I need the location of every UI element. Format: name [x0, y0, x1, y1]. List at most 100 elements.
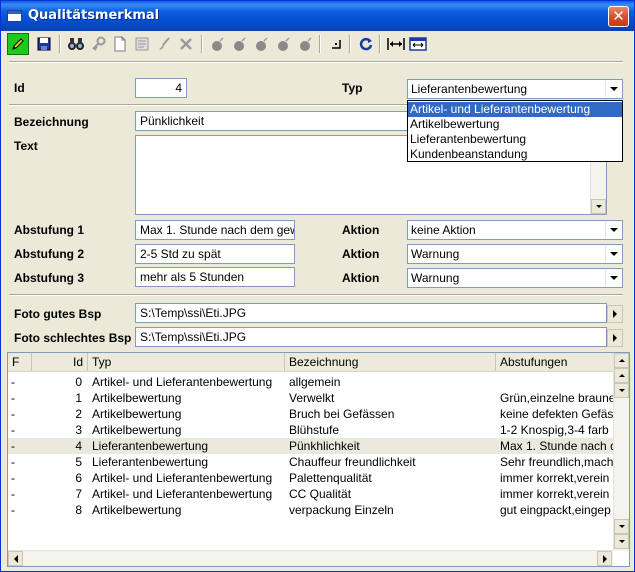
grid-header: F Id Typ Bezeichnung Abstufungen — [8, 353, 613, 372]
aktion3-select[interactable]: Warnung — [407, 268, 623, 288]
aktion2-dropdown-button[interactable] — [605, 246, 621, 262]
arrow-right-icon — [602, 554, 607, 563]
foto-gut-field[interactable]: S:\Temp\ssi\Eti.JPG — [135, 303, 607, 323]
aktion2-label: Aktion — [342, 247, 380, 261]
grid-scroll-up-button[interactable] — [614, 353, 629, 368]
table-row[interactable]: - 1 Artikelbewertung Verwelkt Grün,einzelne … — [8, 390, 613, 406]
table-row[interactable]: - 7 Artikel- und Lieferantenbewertung CC Qu… — [8, 486, 613, 502]
cell-id: 2 — [75, 407, 82, 421]
table-row[interactable]: - 3 Artikelbewertung Blühstufe 1-2 Knospig,3… — [8, 422, 613, 438]
bomb-icon — [256, 37, 268, 51]
foto-gut-browse-button[interactable] — [607, 305, 623, 323]
fit-width-button[interactable] — [385, 33, 407, 55]
aktion1-label: Aktion — [342, 223, 380, 237]
binoculars-icon — [68, 38, 84, 50]
form-button[interactable] — [131, 33, 153, 55]
text-label: Text — [14, 139, 38, 153]
table-row[interactable]: - 0 Artikel- und Lieferantenbewertung allge… — [8, 374, 613, 390]
bomb-button-3[interactable] — [251, 33, 273, 55]
grid-horizontal-scrollbar[interactable] — [8, 550, 613, 566]
abstufung2-field[interactable]: 2-5 Std zu spät — [135, 244, 295, 264]
column-header-bezeichnung[interactable]: Bezeichnung — [285, 353, 496, 371]
bomb-icon — [278, 37, 290, 51]
dialog-window: Qualitätsmerkmal ✕ Id 4 Typ Lieferantenb… — [0, 0, 635, 572]
bomb-button-1[interactable] — [207, 33, 229, 55]
bomb-button-2[interactable] — [229, 33, 251, 55]
new-document-icon — [114, 36, 126, 52]
edit-button[interactable] — [7, 33, 29, 55]
foto-schlecht-field[interactable]: S:\Temp\ssi\Eti.JPG — [135, 327, 607, 347]
grid-scroll-right-button[interactable] — [597, 551, 612, 566]
key-button[interactable] — [87, 33, 109, 55]
screen-button[interactable] — [407, 33, 429, 55]
cell-typ: Artikel- und Lieferantenbewertung — [92, 375, 273, 389]
arrow-down-icon — [595, 205, 602, 208]
grid-scroll-page-up-button[interactable] — [614, 368, 629, 383]
cell-abstufungen: keine defekten Gefäss — [500, 407, 613, 421]
title-bar[interactable]: Qualitätsmerkmal ✕ — [1, 1, 634, 31]
close-button[interactable]: ✕ — [608, 6, 629, 27]
abstufung3-field[interactable]: mehr als 5 Stunden — [135, 267, 295, 287]
table-row[interactable]: - 4 Lieferantenbewertung Pünkhlichkeit Max 1… — [8, 438, 613, 454]
column-header-typ[interactable]: Typ — [88, 353, 285, 371]
cell-abstufungen: immer korrekt,verein — [500, 487, 610, 501]
text-scroll-down-button[interactable] — [591, 199, 606, 214]
search-button[interactable] — [65, 33, 87, 55]
cell-abstufungen: Sehr freundlich,mach — [500, 455, 613, 469]
column-header-f[interactable]: F — [8, 353, 32, 371]
column-header-abstufungen[interactable]: Abstufungen — [496, 353, 613, 371]
cell-typ: Artikelbewertung — [92, 391, 182, 405]
typ-label: Typ — [342, 81, 363, 95]
foto-schlecht-browse-button[interactable] — [607, 329, 623, 347]
cell-bezeichnung: CC Qualität — [289, 487, 352, 501]
bomb-icon — [234, 37, 246, 51]
typ-option[interactable]: Artikelbewertung — [408, 117, 622, 132]
cell-id: 6 — [75, 471, 82, 485]
aktion2-select[interactable]: Warnung — [407, 244, 623, 264]
typ-dropdown-button[interactable] — [605, 81, 621, 97]
brush-button[interactable] — [153, 33, 175, 55]
column-header-id[interactable]: Id — [32, 353, 88, 371]
grid-scroll-thumb[interactable] — [614, 383, 629, 398]
arrow-up-icon — [618, 374, 625, 377]
cell-typ: Artikelbewertung — [92, 503, 182, 517]
aktion1-dropdown-button[interactable] — [605, 222, 621, 238]
aktion3-dropdown-button[interactable] — [605, 270, 621, 286]
typ-option[interactable]: Lieferantenbewertung — [408, 132, 622, 147]
bracket-icon — [332, 40, 341, 49]
arrow-up-icon — [618, 359, 625, 362]
records-grid[interactable]: F Id Typ Bezeichnung Abstufungen - 0 Artik… — [7, 352, 630, 567]
cell-id: 1 — [75, 391, 82, 405]
chevron-down-icon — [609, 252, 618, 256]
cell-f: - — [11, 503, 15, 517]
table-row[interactable]: - 2 Artikelbewertung Bruch bei Gefässen kein… — [8, 406, 613, 422]
cell-abstufungen: Grün,einzelne braune — [500, 391, 613, 405]
new-document-button[interactable] — [109, 33, 131, 55]
table-row[interactable]: - 8 Artikelbewertung verpackung Einzeln gut … — [8, 502, 613, 518]
grid-scroll-page-down-button[interactable] — [614, 519, 629, 534]
aktion1-select[interactable]: keine Aktion — [407, 220, 623, 240]
abstufung1-field[interactable]: Max 1. Stunde nach dem gew — [135, 220, 295, 240]
bracket-button[interactable] — [325, 33, 347, 55]
delete-button[interactable] — [175, 33, 197, 55]
cell-typ: Artikel- und Lieferantenbewertung — [92, 471, 273, 485]
aktion1-value: keine Aktion — [411, 223, 476, 237]
foto-schlecht-label: Foto schlechtes Bsp — [14, 331, 132, 345]
typ-select[interactable]: Lieferantenbewertung — [407, 79, 623, 99]
id-field[interactable]: 4 — [135, 78, 187, 98]
table-row[interactable]: - 6 Artikel- und Lieferantenbewertung Palet… — [8, 470, 613, 486]
typ-option[interactable]: Kundenbeanstandung — [408, 147, 622, 162]
cell-f: - — [11, 423, 15, 437]
cell-typ: Artikelbewertung — [92, 407, 182, 421]
chevron-down-icon — [609, 87, 618, 91]
grid-vertical-scrollbar[interactable] — [613, 353, 629, 551]
typ-option[interactable]: Artikel- und Lieferantenbewertung — [408, 102, 622, 117]
cell-abstufungen: Max 1. Stunde nach d — [500, 439, 613, 453]
bomb-button-5[interactable] — [295, 33, 317, 55]
grid-scroll-left-button[interactable] — [8, 551, 23, 566]
save-button[interactable] — [33, 33, 55, 55]
bomb-button-4[interactable] — [273, 33, 295, 55]
grid-scroll-down-button[interactable] — [614, 534, 629, 549]
table-row[interactable]: - 5 Lieferantenbewertung Chauffeur freundli… — [8, 454, 613, 470]
refresh-button[interactable] — [355, 33, 377, 55]
